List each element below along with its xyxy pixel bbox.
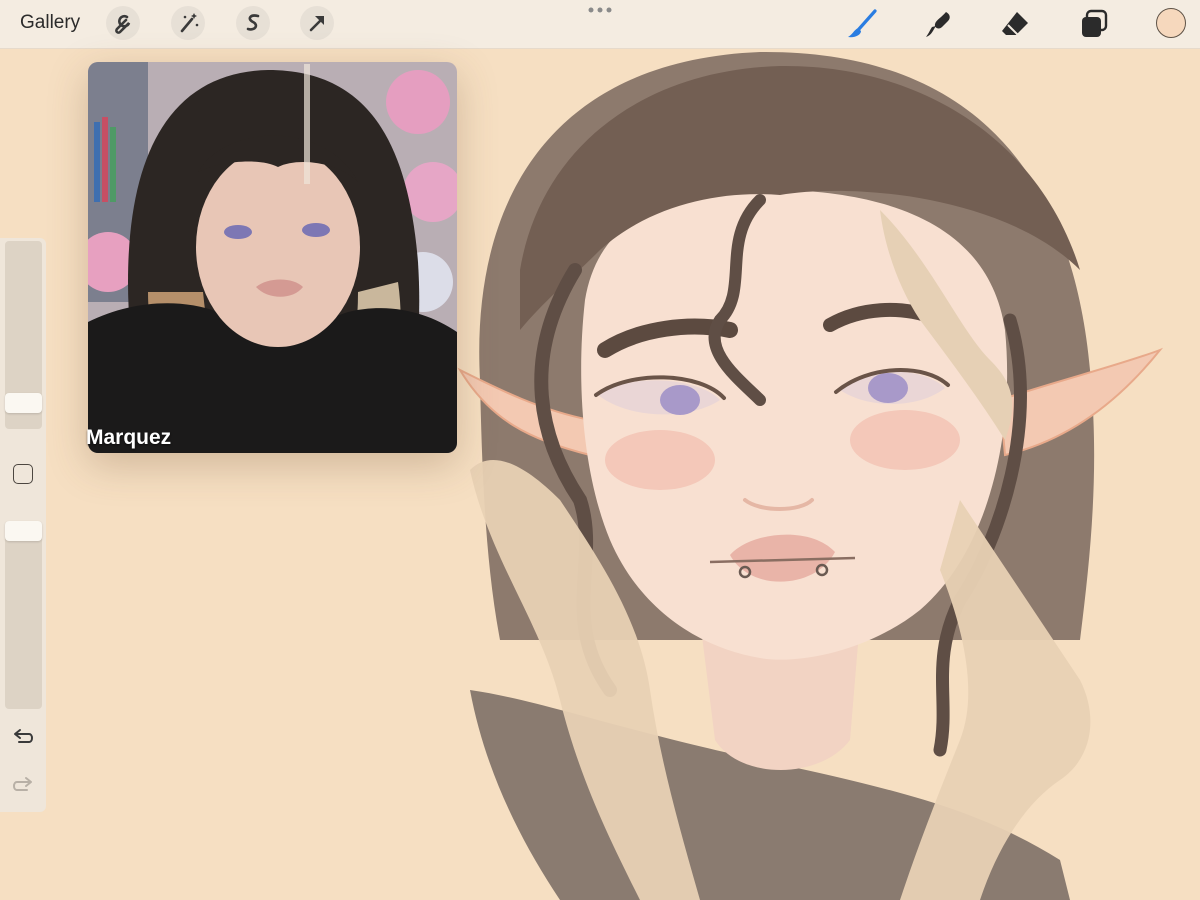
brush-tool-button[interactable] xyxy=(844,6,880,42)
opacity-slider[interactable] xyxy=(5,521,42,709)
reference-photo xyxy=(88,62,457,453)
eraser-tool-button[interactable] xyxy=(997,6,1033,42)
selection-icon xyxy=(246,14,260,31)
layers-button[interactable] xyxy=(1077,6,1113,42)
right-iris xyxy=(868,373,908,403)
eraser-icon xyxy=(1002,12,1028,36)
brush-icon xyxy=(848,9,877,38)
reference-window[interactable] xyxy=(88,62,457,453)
selection-button[interactable] xyxy=(236,6,270,40)
brush-size-slider-thumb[interactable] xyxy=(5,393,42,413)
wrench-icon xyxy=(115,14,131,34)
magic-wand-icon xyxy=(180,13,199,33)
brush-size-slider[interactable] xyxy=(5,241,42,429)
opacity-slider-thumb[interactable] xyxy=(5,521,42,541)
smudge-tool-button[interactable] xyxy=(920,6,956,42)
undo-icon[interactable] xyxy=(11,726,35,748)
reference-caption: Marquez xyxy=(86,426,172,449)
transform-button[interactable] xyxy=(300,6,334,40)
more-dots-icon[interactable] xyxy=(587,4,615,16)
redo-icon[interactable] xyxy=(11,774,35,796)
layers-icon xyxy=(1082,9,1108,37)
adjustments-button[interactable] xyxy=(171,6,205,40)
left-iris xyxy=(660,385,700,415)
left-cheek-blush xyxy=(605,430,715,490)
color-picker-button[interactable] xyxy=(1156,8,1186,38)
modify-square-button[interactable] xyxy=(13,464,33,484)
right-cheek-blush xyxy=(850,410,960,470)
transform-arrow-icon xyxy=(309,16,324,32)
gallery-button[interactable]: Gallery xyxy=(20,12,80,34)
left-sidebar xyxy=(0,238,46,812)
top-toolbar: Gallery xyxy=(0,0,1200,49)
smudge-icon xyxy=(926,12,950,37)
actions-wrench-button[interactable] xyxy=(106,6,140,40)
